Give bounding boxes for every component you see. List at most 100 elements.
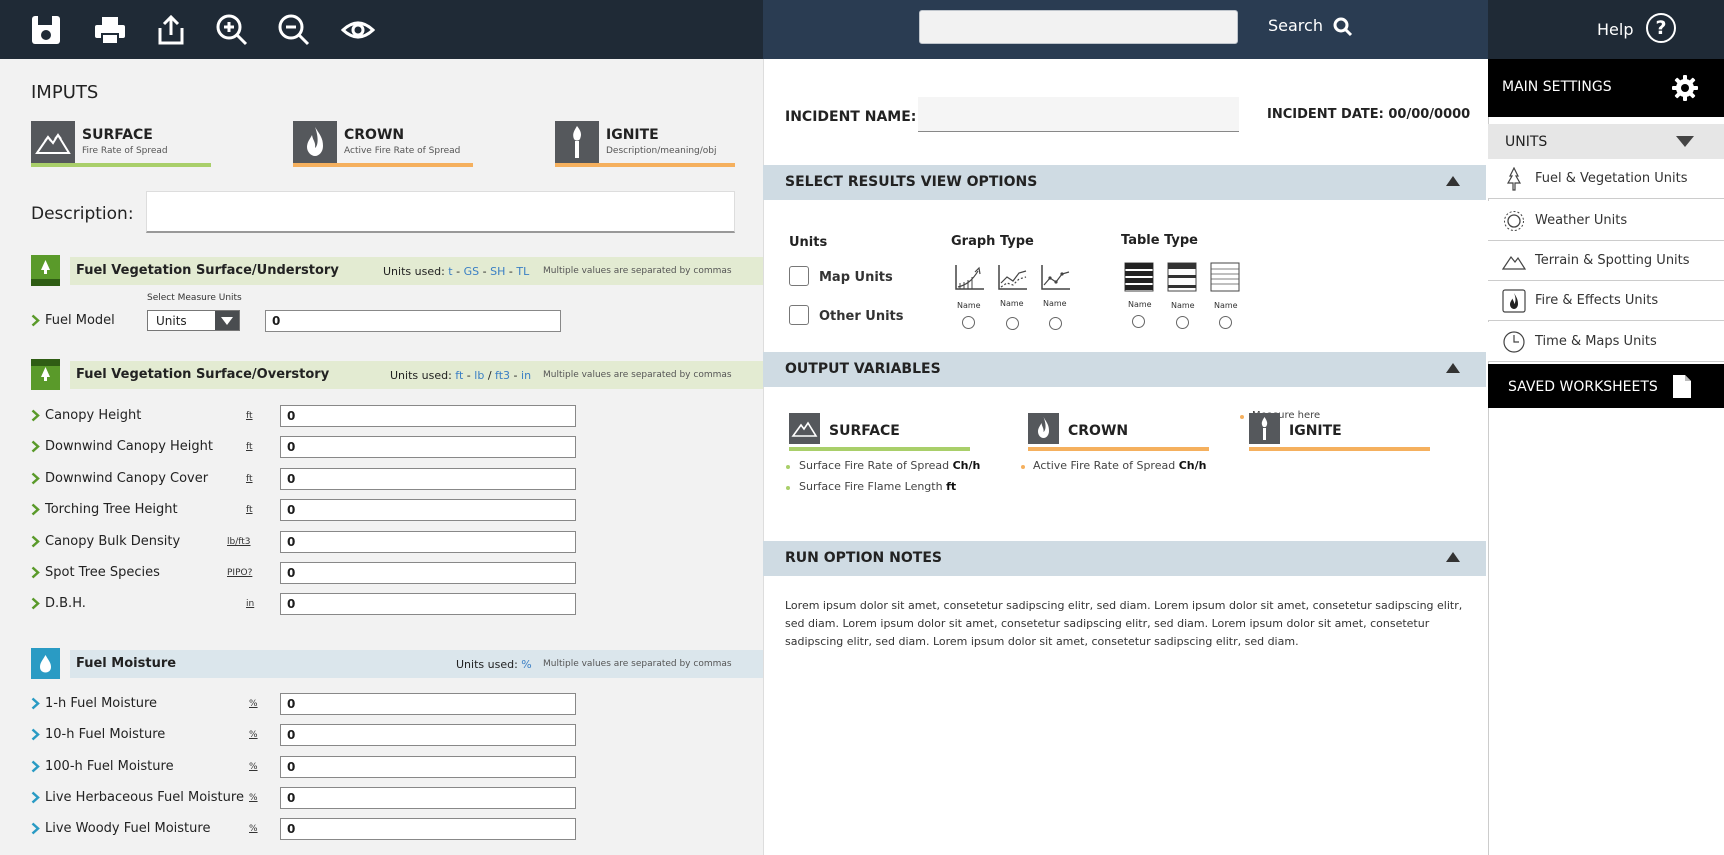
chevron-right-icon[interactable] [31,472,40,485]
chevron-right-icon[interactable] [31,728,40,741]
chevron-right-icon[interactable] [31,440,40,453]
run-option-notes-header[interactable]: RUN OPTION NOTES [763,541,1486,576]
map-units-checkbox[interactable] [789,266,809,286]
graph-line-icon[interactable] [997,263,1029,291]
output-variable-item[interactable]: Surface Fire Flame Length ft [799,480,956,493]
row-unit[interactable]: ft [246,411,253,421]
row-unit[interactable]: % [249,824,258,834]
row-input[interactable]: 0 [280,468,576,490]
unit-link[interactable]: t [448,265,452,278]
row-unit[interactable]: ft [246,442,253,452]
tab-surface[interactable]: SURFACE Fire Rate of Spread [31,121,211,167]
row-input[interactable]: 0 [280,499,576,521]
unit-link[interactable]: TL [516,265,529,278]
row-input[interactable]: 0 [280,818,576,840]
row-unit[interactable]: ft [246,474,253,484]
eye-icon[interactable] [341,13,375,47]
unit-link[interactable]: SH [490,265,505,278]
chevron-right-icon[interactable] [31,822,40,835]
output-crown[interactable]: CROWN [1028,413,1209,453]
section-fuel-moisture[interactable]: Fuel Moisture Units used: % Multiple val… [31,648,763,679]
output-ignite[interactable]: IGNITE [1249,413,1430,453]
measure-units-select[interactable]: Units [147,310,240,331]
graph-type-radio[interactable] [1006,317,1019,330]
graph-type-radio[interactable] [962,316,975,329]
main-settings-button[interactable]: MAIN SETTINGS [1488,59,1724,117]
row-input[interactable]: 0 [280,436,576,458]
row-unit[interactable]: % [249,699,258,709]
unit-link[interactable]: lb [474,369,484,382]
graph-growth-icon[interactable] [954,263,986,291]
unit-link[interactable]: GS [464,265,480,278]
row-unit[interactable]: lb/ft3 [227,537,251,547]
share-icon[interactable] [154,13,188,47]
search-input[interactable] [919,10,1238,44]
chevron-right-icon[interactable] [31,535,40,548]
chevron-right-icon[interactable] [31,597,40,610]
chevron-right-icon[interactable] [31,503,40,516]
row-unit[interactable]: % [249,793,258,803]
other-units-checkbox[interactable] [789,305,809,325]
row-input[interactable]: 0 [280,405,576,427]
row-input[interactable]: 0 [280,724,576,746]
save-icon[interactable] [29,13,63,47]
collapse-arrow-icon[interactable] [1446,552,1460,562]
table-striped-icon[interactable] [1167,262,1197,292]
chevron-right-icon[interactable] [31,314,40,327]
tab-crown[interactable]: CROWN Active Fire Rate of Spread [293,121,473,167]
collapse-arrow-icon[interactable] [1446,363,1460,373]
collapse-arrow-icon[interactable] [1446,176,1460,186]
output-variable-item[interactable]: Surface Fire Rate of Spread Ch/h [799,459,980,472]
row-unit[interactable]: % [249,730,258,740]
table-type-radio[interactable] [1132,315,1145,328]
chevron-right-icon[interactable] [31,697,40,710]
unit-link[interactable]: in [521,369,531,382]
unit-link[interactable]: % [521,658,531,671]
row-unit[interactable]: in [246,599,254,609]
output-surface[interactable]: SURFACE [789,413,970,453]
search-label[interactable]: Search [1268,16,1323,35]
table-type-radio[interactable] [1219,316,1232,329]
row-input[interactable]: 0 [280,593,576,615]
chevron-right-icon[interactable] [31,409,40,422]
section-understory[interactable]: Fuel Vegetation Surface/Understory Units… [31,255,763,286]
zoom-out-icon[interactable] [277,13,311,47]
units-item-terrain-spotting[interactable]: Terrain & Spotting Units [1488,241,1724,281]
saved-worksheets-button[interactable]: SAVED WORKSHEETS [1488,364,1724,408]
table-type-radio[interactable] [1176,316,1189,329]
unit-link[interactable]: ft [455,369,463,382]
row-unit[interactable]: % [249,762,258,772]
graph-type-radio[interactable] [1049,317,1062,330]
zoom-in-icon[interactable] [215,13,249,47]
row-unit[interactable]: PIPO? [227,568,252,578]
chevron-down-icon[interactable] [215,311,239,330]
table-plain-icon[interactable] [1210,262,1240,292]
row-input[interactable]: 0 [280,787,576,809]
incident-name-input[interactable] [918,97,1239,132]
chevron-down-icon[interactable] [1676,136,1694,147]
print-icon[interactable] [93,13,127,47]
output-variable-item[interactable]: Active Fire Rate of Spread Ch/h [1033,459,1206,472]
units-item-weather[interactable]: Weather Units [1488,201,1724,241]
units-dropdown[interactable]: UNITS [1488,124,1724,159]
gear-icon[interactable] [1671,74,1699,102]
units-item-fuel-vegetation[interactable]: Fuel & Vegetation Units [1488,159,1724,199]
chevron-right-icon[interactable] [31,566,40,579]
table-dark-icon[interactable] [1124,262,1154,292]
row-input[interactable]: 0 [280,562,576,584]
units-item-fire-effects[interactable]: Fire & Effects Units [1488,281,1724,321]
row-input[interactable]: 0 [280,756,576,778]
search-icon[interactable] [1333,17,1353,37]
row-input[interactable]: 0 [280,693,576,715]
chevron-right-icon[interactable] [31,791,40,804]
output-variables-header[interactable]: OUTPUT VARIABLES [763,352,1486,387]
document-icon[interactable] [1672,374,1692,399]
help-icon[interactable]: ? [1646,13,1676,43]
fuel-model-input[interactable]: 0 [265,310,561,332]
units-item-time-maps[interactable]: Time & Maps Units [1488,322,1724,362]
tab-ignite[interactable]: IGNITE Description/meaning/obj [555,121,735,167]
help-label[interactable]: Help [1597,20,1633,39]
row-input[interactable]: 0 [280,531,576,553]
unit-link[interactable]: ft3 [495,369,510,382]
chevron-right-icon[interactable] [31,760,40,773]
